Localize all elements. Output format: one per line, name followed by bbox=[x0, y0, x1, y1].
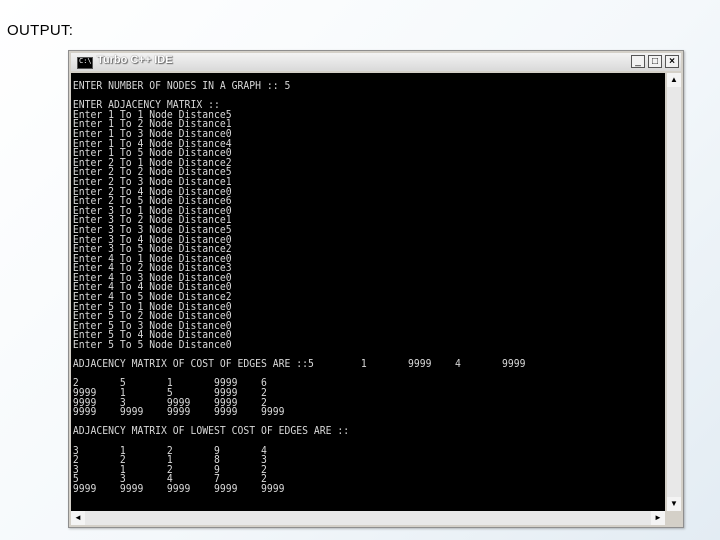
title-bar[interactable]: C:\ Turbo C++ IDE _ □ × bbox=[71, 53, 681, 71]
console-line: Enter 5 To 5 Node Distance0 bbox=[72, 339, 232, 352]
maximize-button[interactable]: □ bbox=[648, 55, 662, 68]
minimize-button[interactable]: _ bbox=[631, 55, 645, 68]
scroll-right-icon[interactable]: ► bbox=[651, 511, 665, 525]
scroll-down-icon[interactable]: ▼ bbox=[667, 497, 681, 511]
horizontal-scrollbar[interactable]: ◄ ► bbox=[71, 511, 665, 525]
console-line: ADJACENCY MATRIX OF LOWEST COST OF EDGES… bbox=[72, 425, 350, 438]
slide-label: OUTPUT: bbox=[7, 22, 74, 39]
console-line: ENTER NUMBER OF NODES IN A GRAPH :: 5 bbox=[72, 80, 291, 92]
console-line: ADJACENCY MATRIX OF COST OF EDGES ARE ::… bbox=[72, 358, 526, 371]
console-window: C:\ Turbo C++ IDE _ □ × ENTER NUMBER OF … bbox=[68, 50, 684, 528]
scroll-up-icon[interactable]: ▲ bbox=[667, 73, 681, 87]
resize-grip[interactable] bbox=[667, 511, 681, 525]
console-line: 9999 9999 9999 9999 9999 bbox=[72, 482, 285, 495]
console-app-icon[interactable]: C:\ bbox=[77, 57, 93, 69]
console-line: 9999 9999 9999 9999 9999 bbox=[72, 406, 285, 419]
scroll-left-icon[interactable]: ◄ bbox=[71, 511, 85, 525]
console-app-icon-text: C:\ bbox=[79, 57, 92, 65]
console-output-text: ENTER NUMBER OF NODES IN A GRAPH :: 5 EN… bbox=[71, 73, 623, 495]
vertical-scrollbar[interactable]: ▲ ▼ bbox=[667, 73, 681, 511]
close-button[interactable]: × bbox=[665, 55, 679, 68]
window-title: Turbo C++ IDE bbox=[97, 54, 173, 66]
console-output-area[interactable]: ENTER NUMBER OF NODES IN A GRAPH :: 5 EN… bbox=[71, 73, 665, 511]
